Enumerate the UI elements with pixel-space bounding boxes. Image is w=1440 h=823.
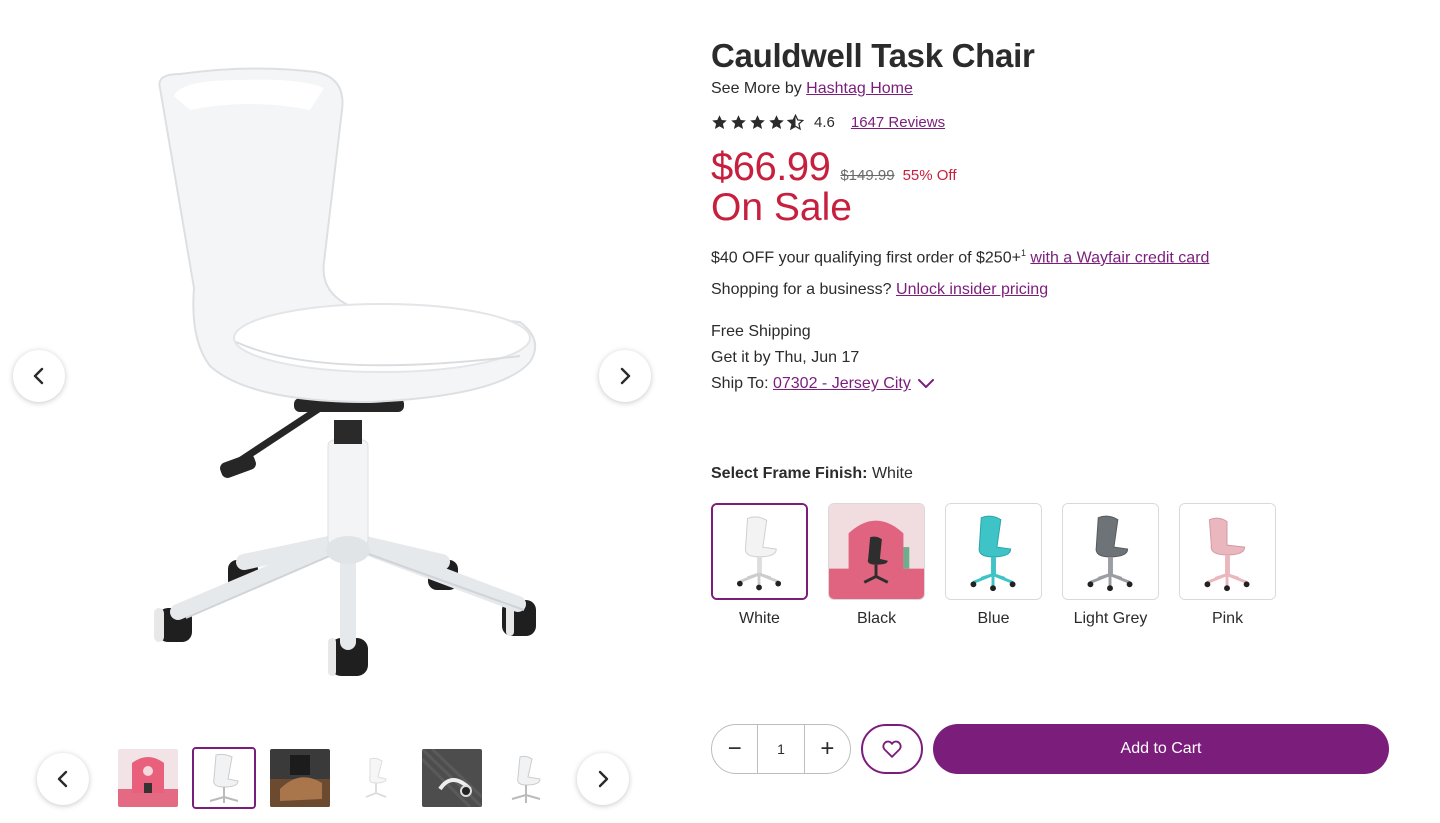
add-to-cart-row: − 1 + Add to Cart [711, 724, 1389, 774]
chevron-left-icon [33, 367, 44, 385]
original-price: $149.99 [840, 167, 895, 184]
swatch-light-grey-image [1062, 503, 1159, 601]
shipping-info: Free Shipping Get it by Thu, Jun 17 Ship… [711, 319, 1401, 397]
thumbnail-2[interactable] [192, 747, 256, 809]
star-half-icon [787, 114, 804, 131]
rating-row: 4.6 1647 Reviews [711, 114, 1401, 131]
product-info: Cauldwell Task Chair See More by Hashtag… [711, 36, 1401, 774]
product-title: Cauldwell Task Chair [711, 37, 1035, 74]
swatch-blue-image [945, 503, 1042, 601]
next-thumbnails-button[interactable] [577, 753, 629, 805]
ship-to: Ship To: 07302 - Jersey City [711, 371, 1401, 397]
frame-finish-title: Select Frame Finish: [711, 465, 868, 483]
price-row: $66.99 $149.99 55% Off [711, 145, 1401, 190]
star-rating [711, 114, 804, 131]
swatch-light-grey[interactable]: Light Grey [1062, 503, 1159, 628]
increase-quantity-button[interactable]: + [805, 725, 850, 773]
finish-swatches: White Black Blue Light Grey Pink [711, 503, 1401, 628]
swatch-pink[interactable]: Pink [1179, 503, 1276, 628]
quantity-value[interactable]: 1 [757, 725, 805, 773]
star-icon [712, 115, 727, 129]
on-sale-label: On Sale [711, 186, 852, 229]
promo-text: $40 OFF your qualifying first order of $… [711, 249, 1021, 267]
chevron-down-icon[interactable] [917, 378, 935, 390]
promo-footnote: 1 [1020, 248, 1026, 258]
ship-to-zip-link[interactable]: 07302 - Jersey City [773, 375, 911, 392]
chevron-right-icon [598, 770, 609, 788]
prev-image-button[interactable] [13, 350, 65, 402]
see-more-label: See More by [711, 80, 802, 97]
thumbnail-5[interactable] [420, 747, 484, 809]
add-to-cart-button[interactable]: Add to Cart [933, 724, 1389, 774]
swatch-white[interactable]: White [711, 503, 808, 628]
swatch-black-image [828, 503, 925, 601]
credit-card-link[interactable]: with a Wayfair credit card [1030, 249, 1209, 266]
heart-icon [882, 740, 902, 758]
sale-price: $66.99 [711, 145, 831, 189]
discount-badge: 55% Off [902, 167, 957, 184]
rating-value: 4.6 [814, 114, 835, 131]
swatch-black[interactable]: Black [828, 503, 925, 628]
swatch-white-image [711, 503, 808, 601]
ship-to-label: Ship To: [711, 375, 769, 393]
thumbnail-6[interactable] [496, 747, 560, 809]
thumbnail-1[interactable] [116, 747, 180, 809]
swatch-pink-image [1179, 503, 1276, 601]
favorite-button[interactable] [861, 724, 923, 774]
prev-thumbnails-button[interactable] [37, 753, 89, 805]
swatch-white-label: White [739, 610, 780, 628]
business-pricing: Shopping for a business? Unlock insider … [711, 281, 1401, 299]
see-more-by: See More by Hashtag Home [711, 80, 1401, 98]
thumbnail-4[interactable] [344, 747, 408, 809]
business-text: Shopping for a business? [711, 281, 892, 299]
decrease-quantity-button[interactable]: − [712, 725, 757, 773]
image-gallery [0, 0, 680, 823]
quantity-stepper: − 1 + [711, 724, 851, 774]
frame-finish-value: White [871, 465, 913, 483]
thumbnail-strip [116, 747, 560, 809]
insider-pricing-link[interactable]: Unlock insider pricing [896, 281, 1048, 298]
swatch-black-label: Black [856, 610, 897, 628]
star-icon [750, 115, 765, 129]
brand-link[interactable]: Hashtag Home [806, 80, 913, 97]
frame-finish-label: Select Frame Finish: White [711, 465, 1401, 483]
star-icon [769, 115, 784, 129]
swatch-pink-label: Pink [1211, 610, 1244, 628]
next-image-button[interactable] [599, 350, 651, 402]
swatch-blue[interactable]: Blue [945, 503, 1042, 628]
main-product-image[interactable] [120, 40, 560, 700]
credit-card-promo: $40 OFF your qualifying first order of $… [711, 248, 1401, 267]
delivery-date: Get it by Thu, Jun 17 [711, 349, 860, 367]
star-icon [731, 115, 746, 129]
free-shipping: Free Shipping [711, 323, 811, 341]
swatch-blue-label: Blue [977, 610, 1010, 628]
chevron-right-icon [620, 367, 631, 385]
chevron-left-icon [57, 770, 68, 788]
reviews-link[interactable]: 1647 Reviews [851, 114, 945, 131]
swatch-light-grey-label: Light Grey [1073, 610, 1148, 628]
thumbnail-3[interactable] [268, 747, 332, 809]
